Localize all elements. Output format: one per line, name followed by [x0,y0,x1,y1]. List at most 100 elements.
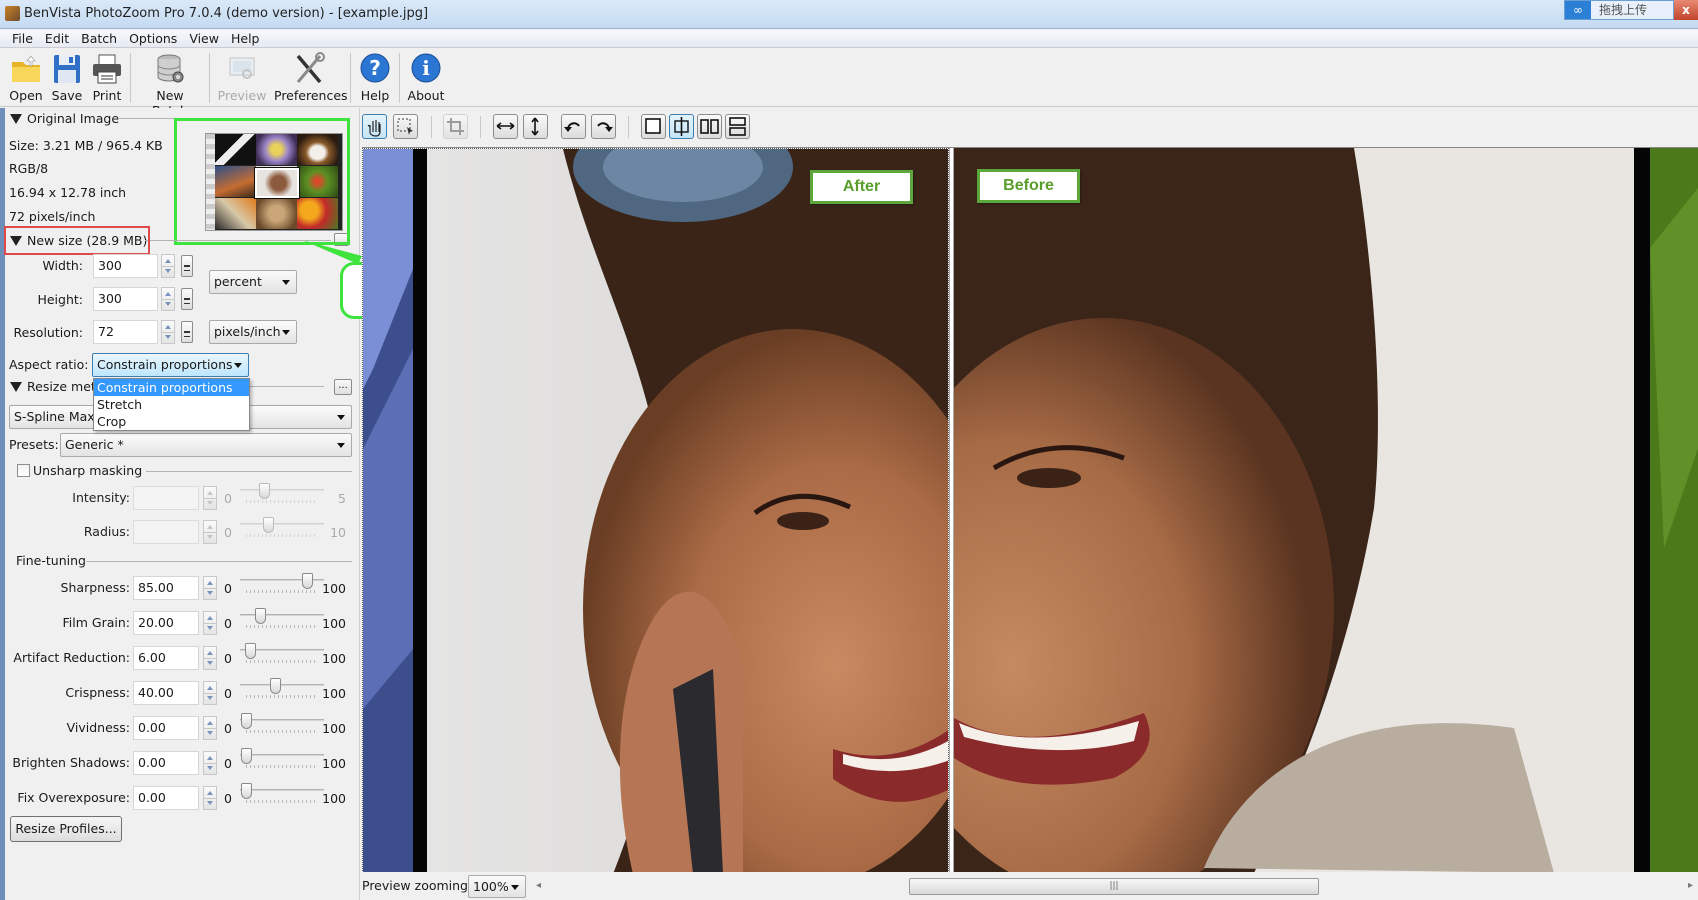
fix-overexposure-spinner[interactable] [203,786,217,810]
aspect-option-stretch[interactable]: Stretch [94,396,249,413]
slider-thumb[interactable] [269,678,281,694]
menu-options[interactable]: Options [123,30,183,48]
brighten-shadows-max: 100 [322,756,346,771]
menu-file[interactable]: File [6,30,39,48]
after-preview-pane[interactable] [362,148,949,872]
width-spinner[interactable] [161,254,175,278]
intensity-slider[interactable] [240,483,324,509]
single-view-button[interactable] [641,114,666,139]
sharpness-spinner[interactable] [203,576,217,600]
intensity-input[interactable] [133,486,199,510]
height-menu-button[interactable] [181,288,193,310]
scroll-right-arrow[interactable]: ▸ [1688,880,1693,891]
slider-track [240,684,324,686]
resize-profiles-button[interactable]: Resize Profiles... [10,816,122,842]
help-button[interactable]: ? Help [356,52,394,103]
scroll-left-arrow[interactable]: ◂ [536,880,541,891]
menu-bar: File Edit Batch Options View Help [0,30,1698,48]
split-view-button[interactable] [669,114,694,139]
height-input[interactable]: 300 [93,287,158,311]
artifact-reduction-label: Artifact Reduction: [13,650,130,665]
horizontal-scrollbar-thumb[interactable]: ||| [909,878,1319,895]
slider-thumb[interactable] [255,608,267,624]
slider-ticks [246,590,318,593]
rotate-right-button[interactable] [591,114,616,139]
hand-tool-button[interactable] [362,114,387,139]
width-input[interactable]: 300 [93,254,158,278]
presets-select[interactable]: Generic * [60,433,352,457]
unsharp-masking-checkbox[interactable] [17,464,30,477]
aspect-ratio-select[interactable]: Constrain proportions [92,353,249,377]
close-button[interactable]: x [1674,0,1698,20]
radius-slider[interactable] [240,517,324,543]
vividness-slider[interactable] [240,713,324,739]
sharpness-input[interactable]: 85.00 [133,576,199,600]
window-title: BenVista PhotoZoom Pro 7.0.4 (demo versi… [24,6,429,21]
save-button[interactable]: Save [50,52,84,103]
aspect-option-crop[interactable]: Crop [94,413,249,430]
slider-thumb[interactable] [241,748,252,764]
preview-area[interactable]: After Before [362,147,1698,872]
menu-batch[interactable]: Batch [75,30,123,48]
upload-button[interactable]: ∞ 拖拽上传 [1564,0,1674,20]
fit-width-button[interactable] [493,114,518,139]
brighten-shadows-spinner[interactable] [203,751,217,775]
before-preview-pane[interactable] [954,148,1698,872]
crispness-slider[interactable] [240,678,324,704]
collapse-triangle-icon [10,114,22,124]
film-grain-label: Film Grain: [62,615,130,630]
slider-thumb[interactable] [245,643,257,659]
crop-tool-button[interactable] [443,114,468,139]
menu-help[interactable]: Help [225,30,266,48]
about-button[interactable]: i About [405,52,447,103]
artifact-reduction-max: 100 [322,651,346,666]
preview-button[interactable]: Preview [216,52,268,103]
slider-thumb[interactable] [241,713,252,729]
crispness-input[interactable]: 40.00 [133,681,199,705]
radius-input[interactable] [133,520,199,544]
fit-height-button[interactable] [523,114,548,139]
size-unit-select[interactable]: percent [209,270,297,294]
crispness-spinner[interactable] [203,681,217,705]
select-tool-button[interactable] [393,114,418,139]
width-menu-button[interactable] [181,255,193,277]
stacked-view-button[interactable] [725,114,750,139]
preferences-button[interactable]: Preferences [274,52,348,103]
resolution-unit-select[interactable]: pixels/inch [209,320,297,344]
brighten-shadows-input[interactable]: 0.00 [133,751,199,775]
print-button[interactable]: Print [90,52,124,103]
radius-spinner[interactable] [203,520,217,544]
menu-edit[interactable]: Edit [39,30,75,48]
artifact-reduction-spinner[interactable] [203,646,217,670]
brighten-shadows-slider[interactable] [240,748,324,774]
film-grain-spinner[interactable] [203,611,217,635]
preview-zoom-select[interactable]: 100% [468,875,526,898]
film-grain-slider[interactable] [240,608,324,634]
resolution-input[interactable]: 72 [93,320,158,344]
slider-thumb[interactable] [262,517,274,533]
slider-thumb[interactable] [259,483,270,499]
resize-method-header[interactable]: Resize meth [10,379,104,394]
fix-overexposure-slider[interactable] [240,783,324,809]
original-image-header[interactable]: Original Image [10,111,119,126]
rotate-left-button[interactable] [561,114,586,139]
side-by-side-view-button[interactable] [697,114,722,139]
resolution-spinner[interactable] [161,320,175,344]
aspect-option-constrain[interactable]: Constrain proportions [94,379,249,396]
slider-thumb[interactable] [302,573,314,589]
resize-method-options-button[interactable]: ... [334,379,352,395]
vividness-spinner[interactable] [203,716,217,740]
sharpness-slider[interactable] [240,573,324,599]
slider-track [240,789,324,791]
intensity-spinner[interactable] [203,486,217,510]
resolution-menu-button[interactable] [181,321,193,343]
fix-overexposure-input[interactable]: 0.00 [133,786,199,810]
height-spinner[interactable] [161,287,175,311]
slider-thumb[interactable] [241,783,252,799]
menu-view[interactable]: View [183,30,225,48]
artifact-reduction-input[interactable]: 6.00 [133,646,199,670]
vividness-input[interactable]: 0.00 [133,716,199,740]
artifact-reduction-slider[interactable] [240,643,324,669]
film-grain-input[interactable]: 20.00 [133,611,199,635]
open-button[interactable]: Open [8,52,44,103]
